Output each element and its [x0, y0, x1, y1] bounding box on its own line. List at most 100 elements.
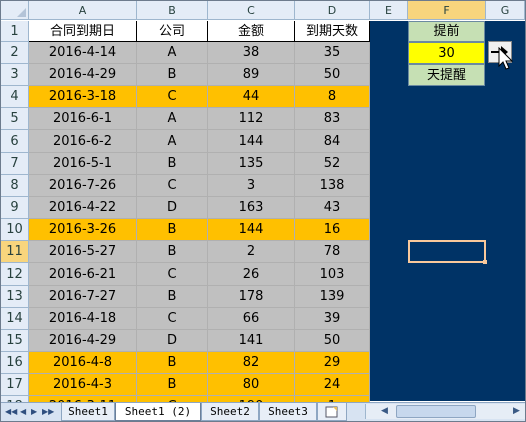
- insert-sheet-icon[interactable]: [317, 403, 347, 421]
- table-cell-amount[interactable]: 66: [208, 308, 295, 330]
- tab-sheet1[interactable]: Sheet1: [61, 403, 115, 421]
- table-cell-date[interactable]: 2016-3-18: [29, 86, 137, 108]
- column-header-E[interactable]: E: [370, 1, 408, 20]
- table-cell-company[interactable]: B: [137, 352, 208, 374]
- table-cell-amount[interactable]: 26: [208, 263, 295, 286]
- row-header-1[interactable]: 1: [1, 21, 29, 42]
- table-cell-days-remaining[interactable]: 16: [295, 219, 370, 241]
- row-header-13[interactable]: 13: [1, 286, 29, 308]
- row-header-17[interactable]: 17: [1, 374, 29, 396]
- table-cell-days-remaining[interactable]: 24: [295, 374, 370, 396]
- column-header-G[interactable]: G: [486, 1, 525, 20]
- table-header-amount[interactable]: 金额: [208, 21, 295, 42]
- table-cell-amount[interactable]: 141: [208, 330, 295, 352]
- table-cell-date[interactable]: 2016-5-27: [29, 241, 137, 263]
- table-cell-days-remaining[interactable]: 50: [295, 64, 370, 86]
- table-cell-amount[interactable]: 144: [208, 130, 295, 153]
- table-cell-amount[interactable]: 80: [208, 374, 295, 396]
- scroll-right-icon[interactable]: ▶: [513, 406, 520, 416]
- select-all-corner[interactable]: [1, 1, 29, 20]
- table-cell-amount[interactable]: 112: [208, 108, 295, 130]
- row-header-5[interactable]: 5: [1, 108, 29, 130]
- table-cell-days-remaining[interactable]: 138: [295, 175, 370, 197]
- row-header-8[interactable]: 8: [1, 175, 29, 197]
- table-cell-days-remaining[interactable]: 139: [295, 286, 370, 308]
- table-cell-days-remaining[interactable]: 8: [295, 86, 370, 108]
- table-cell-company[interactable]: C: [137, 308, 208, 330]
- table-cell-company[interactable]: C: [137, 175, 208, 197]
- table-cell-amount[interactable]: 3: [208, 175, 295, 197]
- table-header-days-remaining[interactable]: 到期天数: [295, 21, 370, 42]
- row-header-15[interactable]: 15: [1, 330, 29, 352]
- table-cell-date[interactable]: 2016-4-29: [29, 64, 137, 86]
- table-cell-date[interactable]: 2016-6-2: [29, 130, 137, 153]
- table-cell-amount[interactable]: 44: [208, 86, 295, 108]
- table-cell-date[interactable]: 2016-4-8: [29, 352, 137, 374]
- row-header-3[interactable]: 3: [1, 64, 29, 86]
- table-cell-date[interactable]: 2016-7-27: [29, 286, 137, 308]
- last-sheet-icon[interactable]: ▶▶: [42, 407, 54, 416]
- table-cell-company[interactable]: B: [137, 153, 208, 175]
- table-header-date[interactable]: 合同到期日: [29, 21, 137, 42]
- table-cell-days-remaining[interactable]: 35: [295, 42, 370, 64]
- table-cell-company[interactable]: C: [137, 86, 208, 108]
- selected-cell-F11[interactable]: [408, 240, 487, 264]
- table-cell-amount[interactable]: 82: [208, 352, 295, 374]
- row-header-7[interactable]: 7: [1, 153, 29, 175]
- table-cell-amount[interactable]: 89: [208, 64, 295, 86]
- table-cell-amount[interactable]: 144: [208, 219, 295, 241]
- table-cell-company[interactable]: B: [137, 64, 208, 86]
- table-cell-amount[interactable]: 178: [208, 286, 295, 308]
- table-cell-date[interactable]: 2016-7-26: [29, 175, 137, 197]
- table-cell-company[interactable]: B: [137, 286, 208, 308]
- tab-sheet3[interactable]: Sheet3: [259, 403, 317, 421]
- table-cell-company[interactable]: D: [137, 197, 208, 219]
- table-cell-days-remaining[interactable]: 52: [295, 153, 370, 175]
- table-cell-date[interactable]: 2016-4-14: [29, 42, 137, 64]
- column-header-C[interactable]: C: [208, 1, 295, 20]
- table-cell-days-remaining[interactable]: 78: [295, 241, 370, 263]
- row-header-10[interactable]: 10: [1, 219, 29, 241]
- table-cell-amount[interactable]: 135: [208, 153, 295, 175]
- row-header-9[interactable]: 9: [1, 197, 29, 219]
- table-cell-company[interactable]: A: [137, 108, 208, 130]
- table-cell-company[interactable]: B: [137, 374, 208, 396]
- table-cell-date[interactable]: 2016-3-26: [29, 219, 137, 241]
- row-header-12[interactable]: 12: [1, 263, 29, 286]
- table-cell-days-remaining[interactable]: 50: [295, 330, 370, 352]
- table-cell-days-remaining[interactable]: 103: [295, 263, 370, 286]
- table-cell-company[interactable]: A: [137, 130, 208, 153]
- table-cell-date[interactable]: 2016-4-3: [29, 374, 137, 396]
- column-header-A[interactable]: A: [29, 1, 137, 20]
- column-header-F[interactable]: F: [408, 1, 486, 20]
- table-cell-days-remaining[interactable]: 84: [295, 130, 370, 153]
- table-cell-company[interactable]: A: [137, 42, 208, 64]
- scroll-left-icon[interactable]: ◀: [381, 406, 388, 416]
- row-header-6[interactable]: 6: [1, 130, 29, 153]
- table-cell-amount[interactable]: 38: [208, 42, 295, 64]
- table-cell-days-remaining[interactable]: 29: [295, 352, 370, 374]
- row-header-16[interactable]: 16: [1, 352, 29, 374]
- prev-sheet-icon[interactable]: ◀: [20, 407, 26, 416]
- table-cell-days-remaining[interactable]: 39: [295, 308, 370, 330]
- table-cell-date[interactable]: 2016-5-1: [29, 153, 137, 175]
- reminder-days-value[interactable]: 30: [408, 42, 485, 64]
- row-header-14[interactable]: 14: [1, 308, 29, 330]
- scrollbar-thumb[interactable]: [396, 405, 476, 418]
- table-cell-amount[interactable]: 2: [208, 241, 295, 263]
- first-sheet-icon[interactable]: ◀◀: [5, 407, 17, 416]
- tab-sheet1-2[interactable]: Sheet1 (2): [115, 403, 201, 421]
- reminder-label-bottom[interactable]: 天提醒: [408, 64, 485, 86]
- table-cell-company[interactable]: B: [137, 219, 208, 241]
- table-cell-date[interactable]: 2016-6-1: [29, 108, 137, 130]
- table-cell-days-remaining[interactable]: 83: [295, 108, 370, 130]
- table-cell-company[interactable]: B: [137, 241, 208, 263]
- table-cell-date[interactable]: 2016-4-29: [29, 330, 137, 352]
- table-header-company[interactable]: 公司: [137, 21, 208, 42]
- table-cell-date[interactable]: 2016-4-22: [29, 197, 137, 219]
- next-sheet-icon[interactable]: ▶: [31, 407, 37, 416]
- table-cell-company[interactable]: D: [137, 330, 208, 352]
- table-cell-amount[interactable]: 163: [208, 197, 295, 219]
- column-header-B[interactable]: B: [137, 1, 208, 20]
- reminder-label-top[interactable]: 提前: [408, 21, 485, 42]
